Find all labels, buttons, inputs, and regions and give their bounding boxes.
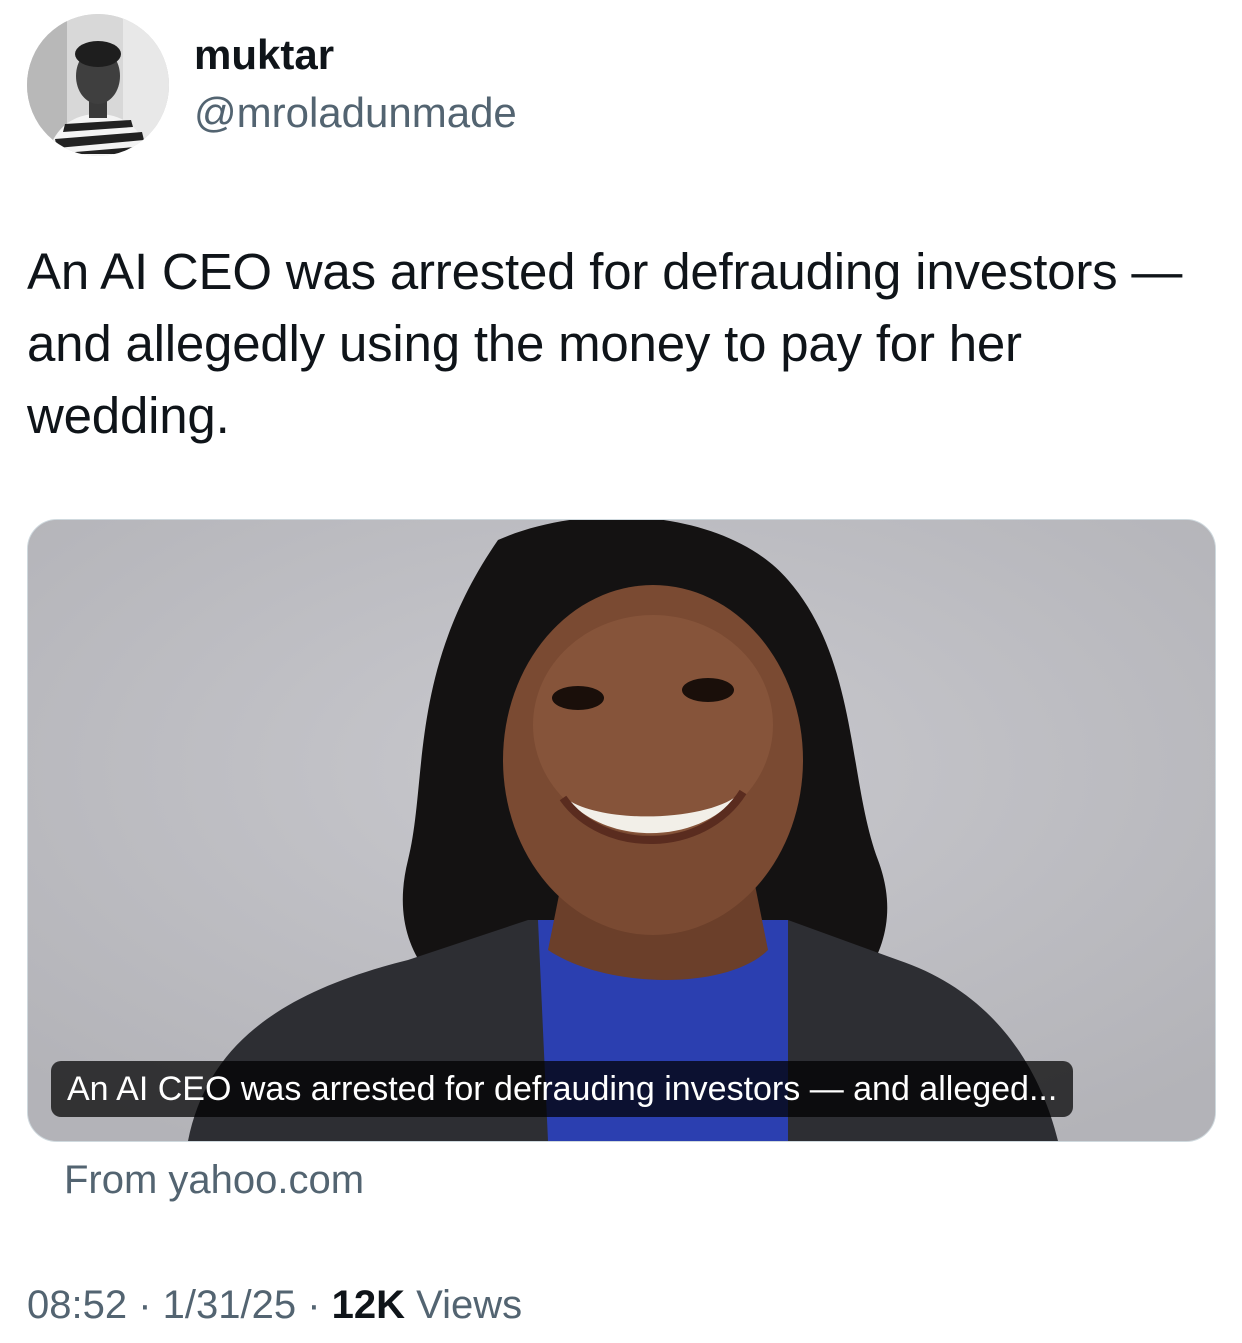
profile-photo-icon (27, 14, 169, 156)
tweet-time[interactable]: 08:52 (27, 1283, 127, 1327)
tweet-date[interactable]: 1/31/25 (163, 1283, 296, 1327)
tweet-text: An AI CEO was arrested for defrauding in… (27, 243, 1183, 444)
meta-separator: · (296, 1283, 332, 1327)
link-card-source[interactable]: From yahoo.com (64, 1155, 364, 1205)
author-handle[interactable]: @mroladunmade (194, 88, 517, 138)
link-card-caption: An AI CEO was arrested for defrauding in… (51, 1061, 1074, 1117)
views-label: Views (405, 1283, 523, 1327)
article-photo-icon (28, 520, 1215, 1141)
link-card[interactable]: An AI CEO was arrested for defrauding in… (27, 519, 1216, 1142)
views-count[interactable]: 12K (332, 1283, 405, 1327)
author-display-name[interactable]: muktar (194, 30, 334, 80)
meta-separator: · (127, 1283, 163, 1327)
avatar[interactable] (27, 14, 169, 156)
tweet-meta: 08:52 · 1/31/25 · 12K Views (27, 1280, 522, 1330)
